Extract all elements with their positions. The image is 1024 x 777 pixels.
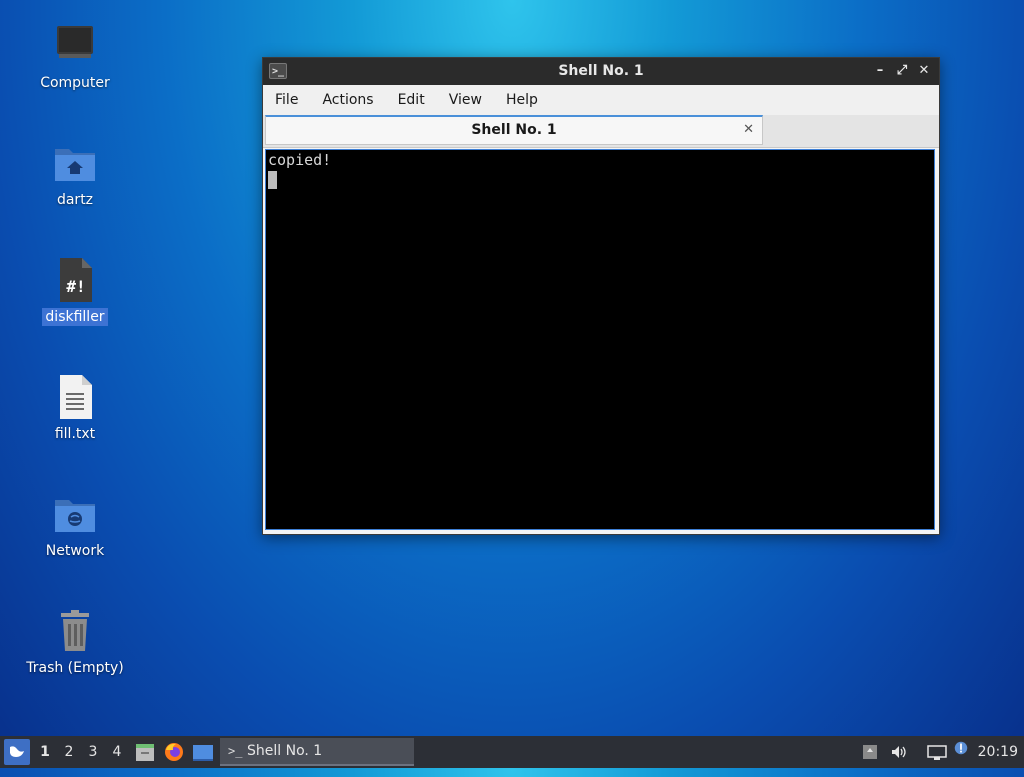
terminal-area[interactable]: copied! bbox=[265, 149, 935, 530]
menu-edit[interactable]: Edit bbox=[386, 85, 437, 108]
terminal-cursor bbox=[268, 171, 277, 189]
text-file-icon bbox=[60, 375, 92, 419]
desktop-icon-trash[interactable]: Trash (Empty) bbox=[0, 607, 150, 677]
desktop-icon-computer[interactable]: Computer bbox=[0, 22, 150, 92]
window-titlebar[interactable]: >_ Shell No. 1 – ⤢ ✕ bbox=[263, 58, 939, 85]
desktop-icon-diskfiller[interactable]: #! diskfiller bbox=[0, 256, 150, 326]
script-file-icon: #! bbox=[60, 258, 92, 302]
desktop-icon-network[interactable]: Network bbox=[0, 490, 150, 560]
taskbar-window-button[interactable]: >_ Shell No. 1 bbox=[220, 738, 414, 766]
tab-close-icon[interactable]: ✕ bbox=[743, 117, 754, 143]
info-icon bbox=[954, 741, 968, 755]
workspace-2[interactable]: 2 bbox=[57, 736, 81, 768]
network-icon bbox=[927, 745, 947, 760]
trash-icon bbox=[61, 610, 89, 651]
maximize-button[interactable]: ⤢ bbox=[893, 62, 911, 80]
terminal-output-line: copied! bbox=[268, 151, 332, 169]
desktop-icon-label: Computer bbox=[40, 75, 110, 91]
network-folder-icon bbox=[55, 500, 95, 532]
menu-view[interactable]: View bbox=[437, 85, 494, 108]
desktop-launcher[interactable] bbox=[191, 736, 215, 768]
taskbar-window-label: Shell No. 1 bbox=[247, 743, 323, 759]
file-manager-icon bbox=[136, 744, 154, 761]
desktop-icon-label: Trash (Empty) bbox=[26, 660, 124, 676]
close-button[interactable]: ✕ bbox=[915, 62, 933, 80]
tray-updates[interactable] bbox=[860, 736, 880, 768]
volume-icon bbox=[892, 746, 906, 758]
tray-network[interactable] bbox=[926, 736, 948, 768]
tray-notification[interactable] bbox=[952, 736, 970, 768]
workspace-1[interactable]: 1 bbox=[33, 736, 57, 768]
menu-bar: File Actions Edit View Help bbox=[263, 85, 939, 115]
desktop-icon-label: diskfiller bbox=[42, 308, 108, 326]
terminal-icon: >_ bbox=[228, 744, 243, 758]
clock[interactable]: 20:19 bbox=[978, 736, 1018, 768]
desktop-icon-label: Network bbox=[45, 543, 105, 559]
tray-volume[interactable] bbox=[888, 736, 910, 768]
minimize-button[interactable]: – bbox=[871, 62, 889, 80]
package-icon bbox=[863, 745, 877, 759]
tab-shell-1[interactable]: Shell No. 1 ✕ bbox=[265, 115, 763, 145]
taskbar: 1 2 3 4 >_ Shell No. 1 20:19 bbox=[0, 736, 1024, 768]
desktop-icon-label: dartz bbox=[56, 192, 94, 208]
menu-help[interactable]: Help bbox=[494, 85, 550, 108]
workspace-4[interactable]: 4 bbox=[105, 736, 129, 768]
show-desktop-icon bbox=[193, 745, 213, 761]
start-menu-button[interactable] bbox=[4, 739, 30, 765]
terminal-window: >_ Shell No. 1 – ⤢ ✕ File Actions Edit View… bbox=[262, 57, 940, 535]
computer-icon bbox=[57, 26, 93, 58]
desktop-icon-fill-txt[interactable]: fill.txt bbox=[0, 373, 150, 443]
tab-label: Shell No. 1 bbox=[471, 122, 557, 138]
firefox-icon bbox=[165, 743, 183, 761]
lxqt-logo-icon bbox=[10, 746, 24, 757]
desktop-icon-label: fill.txt bbox=[54, 426, 96, 442]
window-title: Shell No. 1 bbox=[558, 63, 644, 79]
tab-bar: Shell No. 1 ✕ bbox=[263, 115, 939, 148]
workspace-3[interactable]: 3 bbox=[81, 736, 105, 768]
menu-file[interactable]: File bbox=[263, 85, 310, 108]
desktop-icon-dartz[interactable]: dartz bbox=[0, 139, 150, 209]
menu-actions[interactable]: Actions bbox=[310, 85, 385, 108]
firefox-launcher[interactable] bbox=[162, 736, 186, 768]
svg-text:#!: #! bbox=[66, 277, 85, 296]
home-folder-icon bbox=[55, 149, 95, 181]
file-manager-launcher[interactable] bbox=[133, 736, 157, 768]
